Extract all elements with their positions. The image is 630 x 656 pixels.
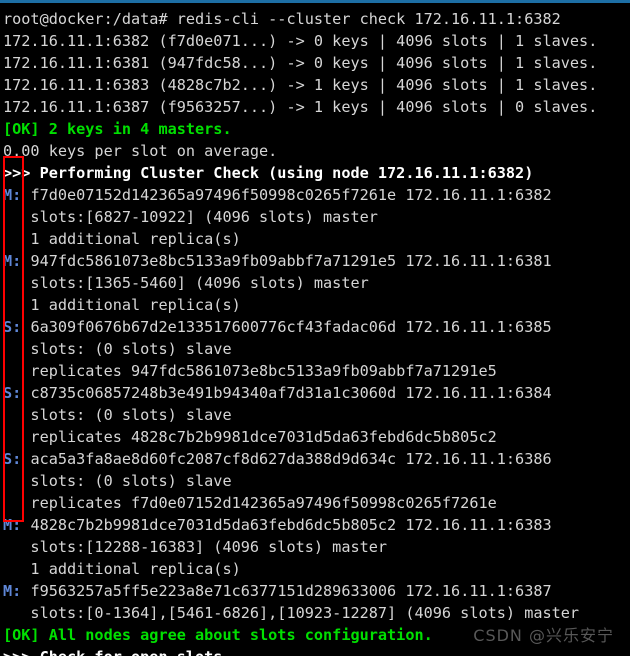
line-s-6384-repl-text: replicates 4828c7b2b9981dce7031d5da63feb… <box>3 428 497 446</box>
line-node-6387: 172.16.11.1:6387 (f9563257...) -> 1 keys… <box>0 96 630 118</box>
line-node-6382: 172.16.11.1:6382 (f7d0e071...) -> 0 keys… <box>0 30 630 52</box>
line-node-6381: 172.16.11.1:6381 (947fdc58...) -> 0 keys… <box>0 52 630 74</box>
line-m-6381-slots-text: slots:[1365-5460] (4096 slots) master <box>3 274 369 292</box>
csdn-watermark: CSDN @兴乐安宁 <box>473 626 614 645</box>
line-m-6383: M: 4828c7b2b9981dce7031d5da63febd6dc5b80… <box>0 514 630 536</box>
line-ok-keys-text: [OK] 2 keys in 4 masters. <box>3 120 232 138</box>
line-m-6381-repl: 1 additional replica(s) <box>0 294 630 316</box>
node-id-and-address: 6a309f0676b67d2e133517600776cf43fadac06d… <box>21 318 552 336</box>
line-node-6387-text: 172.16.11.1:6387 (f9563257...) -> 1 keys… <box>3 98 598 116</box>
line-s-6385-slots-text: slots: (0 slots) slave <box>3 340 232 358</box>
line-m-6383-slots: slots:[12288-16383] (4096 slots) master <box>0 536 630 558</box>
node-id-and-address: f9563257a5ff5e223a8e71c6377151d289633006… <box>21 582 552 600</box>
line-m-6387-slots-text: slots:[0-1364],[5461-6826],[10923-12287]… <box>3 604 580 622</box>
node-role-slave: S: <box>3 318 22 336</box>
line-check-open-text: >>> Check for open slots... <box>3 648 250 656</box>
node-role-slave: S: <box>3 450 22 468</box>
line-ok-agree-text: [OK] All nodes agree about slots configu… <box>3 626 433 644</box>
line-s-6385-repl-text: replicates 947fdc5861073e8bc5133a9fb09ab… <box>3 362 497 380</box>
node-role-slave: S: <box>3 384 22 402</box>
line-s-6385-slots: slots: (0 slots) slave <box>0 338 630 360</box>
line-node-6382-text: 172.16.11.1:6382 (f7d0e071...) -> 0 keys… <box>3 32 598 50</box>
line-m-6387-slots: slots:[0-1364],[5461-6826],[10923-12287]… <box>0 602 630 624</box>
node-id-and-address: f7d0e07152d142365a97496f50998c0265f7261e… <box>21 186 552 204</box>
node-role-master: M: <box>3 186 22 204</box>
line-s-6385-repl: replicates 947fdc5861073e8bc5133a9fb09ab… <box>0 360 630 382</box>
line-check-open: >>> Check for open slots... <box>0 646 630 656</box>
line-node-6381-text: 172.16.11.1:6381 (947fdc58...) -> 0 keys… <box>3 54 598 72</box>
line-node-6383-text: 172.16.11.1:6383 (4828c7b2...) -> 1 keys… <box>3 76 598 94</box>
line-m-6382-slots-text: slots:[6827-10922] (4096 slots) master <box>3 208 378 226</box>
line-command-text: root@docker:/data# redis-cli --cluster c… <box>3 10 561 28</box>
line-m-6383-slots-text: slots:[12288-16383] (4096 slots) master <box>3 538 388 556</box>
line-m-6387: M: f9563257a5ff5e223a8e71c6377151d289633… <box>0 580 630 602</box>
node-id-and-address: 947fdc5861073e8bc5133a9fb09abbf7a71291e5… <box>21 252 552 270</box>
line-s-6386-slots: slots: (0 slots) slave <box>0 470 630 492</box>
node-role-master: M: <box>3 516 22 534</box>
line-s-6384-slots-text: slots: (0 slots) slave <box>3 406 232 424</box>
line-m-6381-repl-text: 1 additional replica(s) <box>3 296 241 314</box>
line-m-6381-slots: slots:[1365-5460] (4096 slots) master <box>0 272 630 294</box>
line-keys-avg-text: 0.00 keys per slot on average. <box>3 142 278 160</box>
line-s-6384-repl: replicates 4828c7b2b9981dce7031d5da63feb… <box>0 426 630 448</box>
line-m-6382: M: f7d0e07152d142365a97496f50998c0265f72… <box>0 184 630 206</box>
line-keys-avg: 0.00 keys per slot on average. <box>0 140 630 162</box>
line-m-6382-slots: slots:[6827-10922] (4096 slots) master <box>0 206 630 228</box>
node-id-and-address: 4828c7b2b9981dce7031d5da63febd6dc5b805c2… <box>21 516 552 534</box>
node-role-master: M: <box>3 252 22 270</box>
node-id-and-address: aca5a3fa8ae8d60fc2087cf8d627da388d9d634c… <box>21 450 552 468</box>
line-s-6386-repl-text: replicates f7d0e07152d142365a97496f50998… <box>3 494 497 512</box>
line-s-6386: S: aca5a3fa8ae8d60fc2087cf8d627da388d9d6… <box>0 448 630 470</box>
line-performing-text: >>> Performing Cluster Check (using node… <box>3 164 534 182</box>
line-m-6381: M: 947fdc5861073e8bc5133a9fb09abbf7a7129… <box>0 250 630 272</box>
line-command: root@docker:/data# redis-cli --cluster c… <box>0 8 630 30</box>
line-s-6386-repl: replicates f7d0e07152d142365a97496f50998… <box>0 492 630 514</box>
line-performing: >>> Performing Cluster Check (using node… <box>0 162 630 184</box>
line-m-6383-repl-text: 1 additional replica(s) <box>3 560 241 578</box>
line-node-6383: 172.16.11.1:6383 (4828c7b2...) -> 1 keys… <box>0 74 630 96</box>
node-role-master: M: <box>3 582 22 600</box>
line-m-6382-repl: 1 additional replica(s) <box>0 228 630 250</box>
line-s-6386-slots-text: slots: (0 slots) slave <box>3 472 232 490</box>
line-s-6384: S: c8735c06857248b3e491b94340af7d31a1c30… <box>0 382 630 404</box>
line-s-6385: S: 6a309f0676b67d2e133517600776cf43fadac… <box>0 316 630 338</box>
node-id-and-address: c8735c06857248b3e491b94340af7d31a1c3060d… <box>21 384 552 402</box>
terminal-window[interactable]: root@docker:/data# redis-cli --cluster c… <box>0 0 630 656</box>
line-m-6383-repl: 1 additional replica(s) <box>0 558 630 580</box>
line-m-6382-repl-text: 1 additional replica(s) <box>3 230 241 248</box>
line-ok-keys: [OK] 2 keys in 4 masters. <box>0 118 630 140</box>
terminal-output: root@docker:/data# redis-cli --cluster c… <box>0 3 630 656</box>
line-s-6384-slots: slots: (0 slots) slave <box>0 404 630 426</box>
